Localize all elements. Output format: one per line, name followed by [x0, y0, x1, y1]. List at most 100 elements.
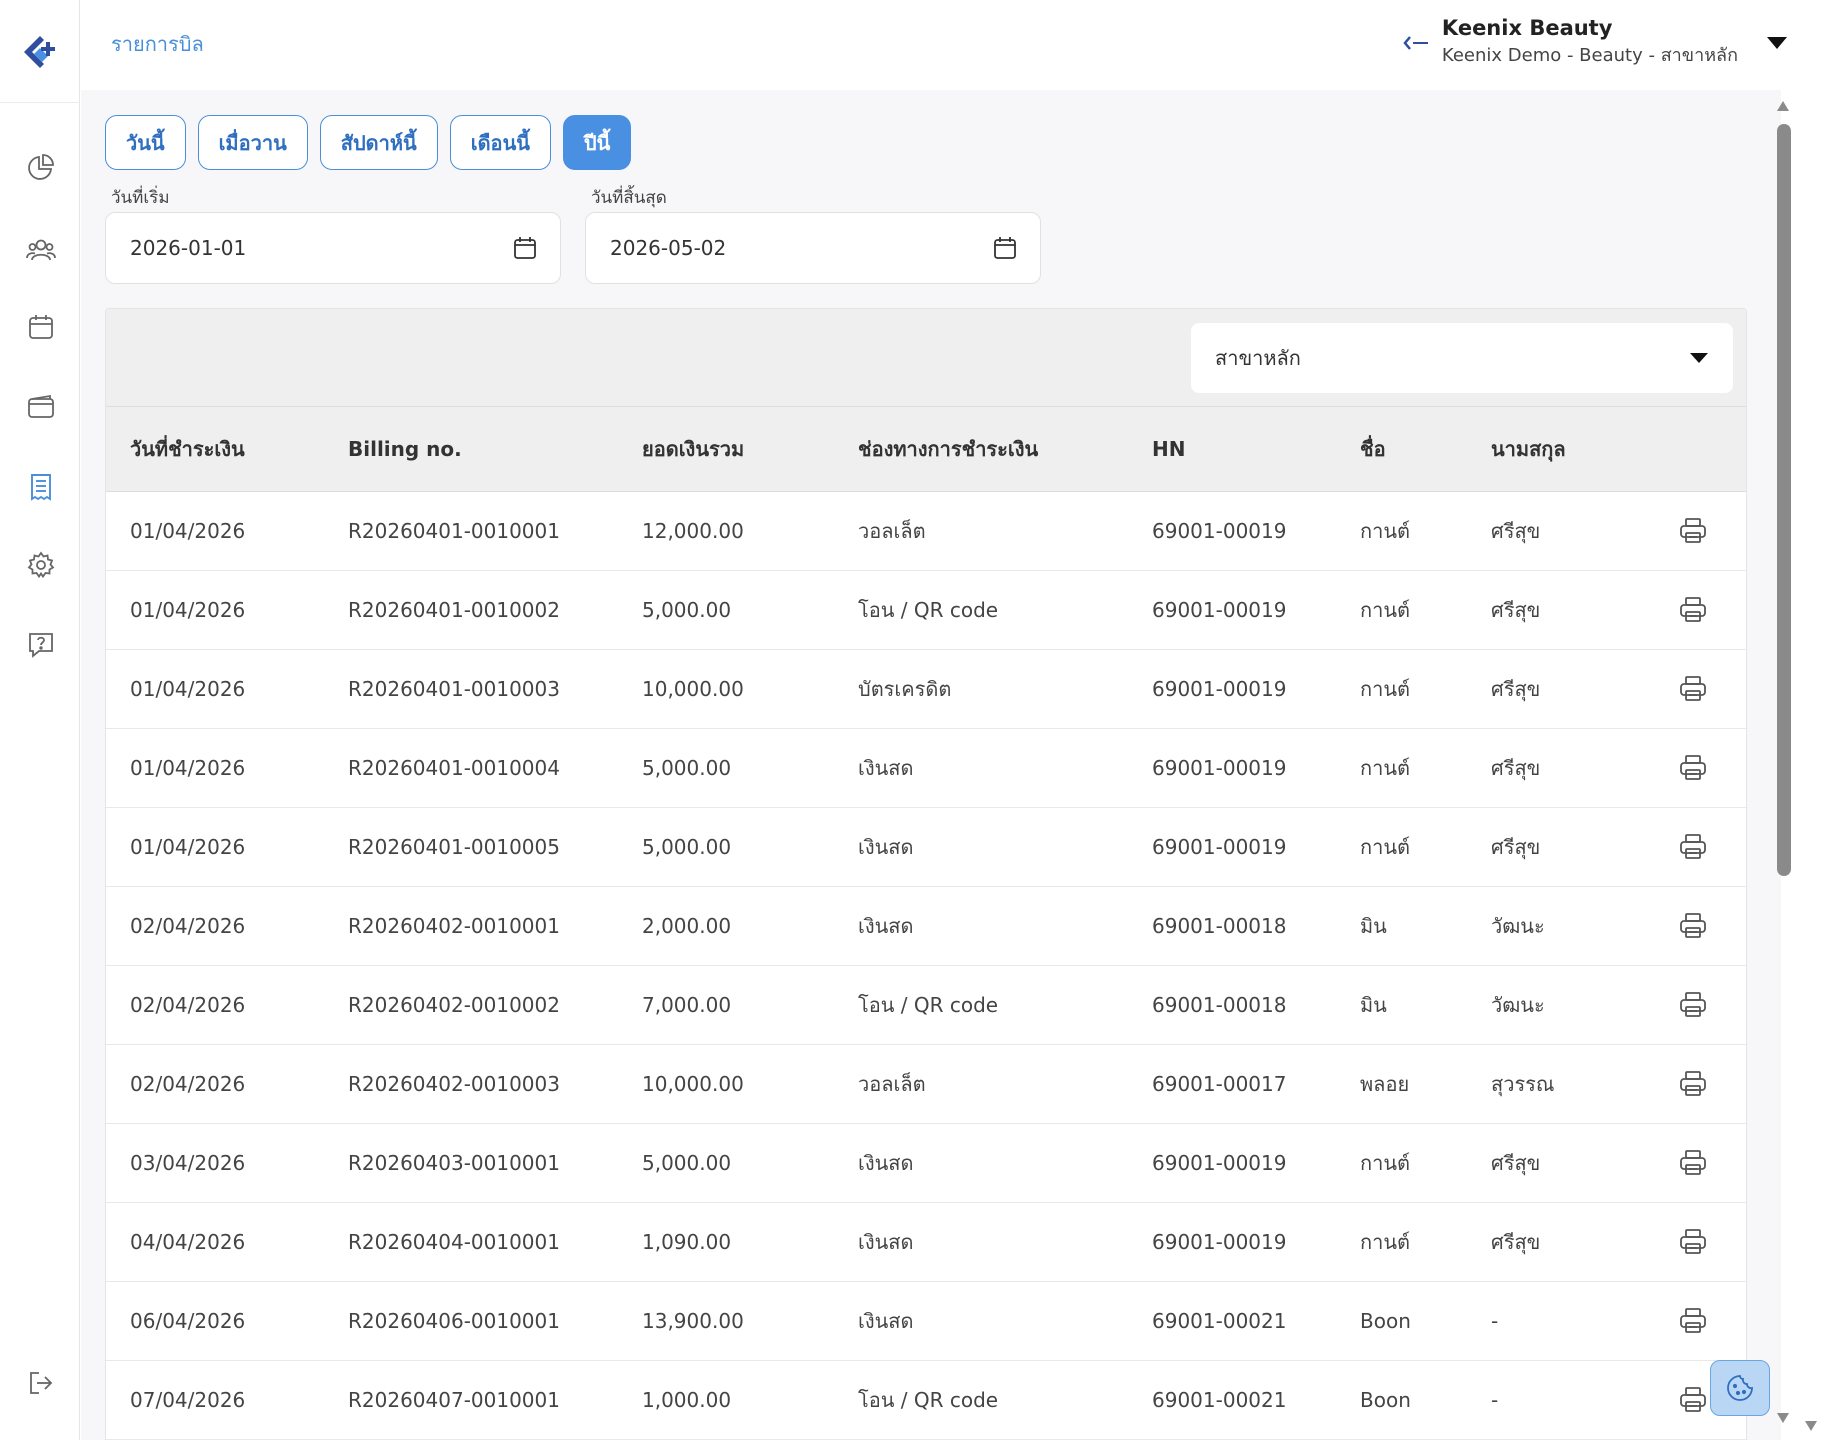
account-subtitle: Keenix Demo - Beauty - สาขาหลัก [1441, 45, 1738, 66]
hn-cell: 69001-00018 [1152, 993, 1287, 1017]
total-cell: 5,000.00 [642, 598, 732, 622]
payment-date-cell: 01/04/2026 [130, 756, 246, 780]
sidebar-item-customers[interactable] [24, 233, 58, 267]
column-header-total[interactable]: ยอดเงินรวม [642, 407, 744, 491]
print-button[interactable] [1676, 1203, 1710, 1281]
payment-date-cell: 01/04/2026 [130, 835, 246, 859]
table-row[interactable]: 03/04/2026 R20260403-0010001 5,000.00 เงินส… [106, 1124, 1746, 1203]
print-button[interactable] [1676, 1124, 1710, 1202]
scroll-up-arrow-icon[interactable] [1776, 100, 1790, 112]
print-button[interactable] [1676, 650, 1710, 728]
sidebar-item-wallet[interactable] [24, 390, 58, 424]
table-row[interactable]: 01/04/2026 R20260401-0010004 5,000.00 เงินส… [106, 729, 1746, 808]
last-name-cell: - [1491, 1309, 1499, 1333]
total-cell: 10,000.00 [642, 1072, 744, 1096]
printer-icon [1680, 1308, 1706, 1333]
scroll-down-arrow-icon[interactable] [1776, 1412, 1790, 1424]
account-switcher[interactable]: Keenix Beauty Keenix Demo - Beauty - สาข… [1402, 14, 1788, 70]
table-row[interactable]: 07/04/2026 R20260407-0010001 1,000.00 โอน /… [106, 1361, 1746, 1440]
scrollbar-thumb[interactable] [1777, 124, 1791, 876]
scroll-down-arrow-icon[interactable] [1804, 1420, 1818, 1432]
last-name-cell: ศรีสุข [1491, 756, 1541, 780]
column-header-hn[interactable]: HN [1152, 407, 1185, 491]
calendar-icon[interactable] [512, 235, 538, 261]
total-cell: 2,000.00 [642, 914, 732, 938]
sidebar-item-appointments[interactable] [24, 310, 58, 344]
table-row[interactable]: 02/04/2026 R20260402-0010002 7,000.00 โอน /… [106, 966, 1746, 1045]
end-date-field[interactable]: 2026-05-02 [585, 212, 1041, 284]
printer-icon [1680, 755, 1706, 780]
hn-cell: 69001-00018 [1152, 914, 1287, 938]
logout-button[interactable] [24, 1366, 58, 1400]
print-button[interactable] [1676, 1361, 1710, 1439]
range-this-month-button[interactable]: เดือนนี้ [449, 115, 551, 170]
last-name-cell: ศรีสุข [1491, 1230, 1541, 1254]
end-date-value: 2026-05-02 [610, 236, 727, 260]
hn-cell: 69001-00019 [1152, 756, 1287, 780]
printer-icon [1680, 1229, 1706, 1254]
total-cell: 7,000.00 [642, 993, 732, 1017]
range-this-week-button[interactable]: สัปดาห์นี้ [319, 115, 438, 170]
app-logo-icon[interactable] [18, 32, 62, 76]
last-name-cell: วัฒนะ [1491, 914, 1545, 938]
column-header-payment-date[interactable]: วันที่ชำระเงิน [130, 407, 245, 491]
branch-select[interactable]: สาขาหลัก [1191, 323, 1733, 393]
table-filter-bar: สาขาหลัก [106, 309, 1746, 407]
table-row[interactable]: 04/04/2026 R20260404-0010001 1,090.00 เงินส… [106, 1203, 1746, 1282]
hn-cell: 69001-00019 [1152, 1230, 1287, 1254]
calendar-icon[interactable] [992, 235, 1018, 261]
sidebar-item-dashboard[interactable] [24, 150, 58, 184]
last-name-cell: - [1491, 1388, 1499, 1412]
table-row[interactable]: 02/04/2026 R20260402-0010001 2,000.00 เงินส… [106, 887, 1746, 966]
sidebar-item-billing[interactable] [24, 470, 58, 504]
table-row[interactable]: 01/04/2026 R20260401-0010003 10,000.00 บัตร… [106, 650, 1746, 729]
print-button[interactable] [1676, 887, 1710, 965]
total-cell: 5,000.00 [642, 756, 732, 780]
payment-channel-cell: โอน / QR code [858, 993, 999, 1017]
print-button[interactable] [1676, 966, 1710, 1044]
account-name: Keenix Beauty [1441, 16, 1613, 40]
print-button[interactable] [1676, 729, 1710, 807]
billing-no-cell: R20260407-0010001 [348, 1388, 560, 1412]
column-header-payment-channel[interactable]: ช่องทางการชำระเงิน [858, 407, 1038, 491]
table-row[interactable]: 01/04/2026 R20260401-0010002 5,000.00 โอน /… [106, 571, 1746, 650]
table-row[interactable]: 01/04/2026 R20260401-0010001 12,000.00 วอลเ… [106, 492, 1746, 571]
sidebar-item-settings[interactable] [24, 548, 58, 582]
payment-channel-cell: เงินสด [858, 1309, 914, 1333]
start-date-field[interactable]: 2026-01-01 [105, 212, 561, 284]
payment-channel-cell: เงินสด [858, 835, 914, 859]
hn-cell: 69001-00019 [1152, 519, 1287, 543]
wallet-icon [28, 394, 54, 418]
last-name-cell: ศรีสุข [1491, 519, 1541, 543]
cookie-settings-button[interactable] [1710, 1360, 1770, 1416]
table-row[interactable]: 02/04/2026 R20260402-0010003 10,000.00 วอลเ… [106, 1045, 1746, 1124]
chevron-down-icon[interactable] [1766, 36, 1788, 50]
print-button[interactable] [1676, 808, 1710, 886]
users-icon [26, 239, 56, 261]
range-this-year-button[interactable]: ปีนี้ [562, 115, 632, 170]
payment-channel-cell: วอลเล็ต [858, 1072, 926, 1096]
column-header-last-name[interactable]: นามสกุล [1491, 407, 1566, 491]
breadcrumb[interactable]: รายการบิล [111, 28, 204, 60]
column-header-billing-no[interactable]: Billing no. [348, 407, 462, 491]
total-cell: 5,000.00 [642, 1151, 732, 1175]
first-name-cell: กานต์ [1360, 1151, 1410, 1175]
quick-range-group: วันนี้ เมื่อวาน สัปดาห์นี้ เดือนนี้ ปีนี… [105, 115, 632, 170]
sidebar-item-help[interactable] [24, 628, 58, 662]
start-date-label: วันที่เริ่ม [111, 188, 170, 208]
first-name-cell: มิน [1360, 993, 1387, 1017]
table-row[interactable]: 01/04/2026 R20260401-0010005 5,000.00 เงินส… [106, 808, 1746, 887]
print-button[interactable] [1676, 492, 1710, 570]
print-button[interactable] [1676, 1282, 1710, 1360]
range-yesterday-button[interactable]: เมื่อวาน [197, 115, 308, 170]
print-button[interactable] [1676, 571, 1710, 649]
last-name-cell: ศรีสุข [1491, 1151, 1541, 1175]
table-row[interactable]: 06/04/2026 R20260406-0010001 13,900.00 เงิน… [106, 1282, 1746, 1361]
page-scrollbar[interactable] [1768, 90, 1796, 1440]
payment-date-cell: 01/04/2026 [130, 677, 246, 701]
column-header-first-name[interactable]: ชื่อ [1360, 407, 1386, 491]
range-today-button[interactable]: วันนี้ [105, 115, 186, 170]
print-button[interactable] [1676, 1045, 1710, 1123]
printer-icon [1680, 913, 1706, 938]
hn-cell: 69001-00017 [1152, 1072, 1287, 1096]
